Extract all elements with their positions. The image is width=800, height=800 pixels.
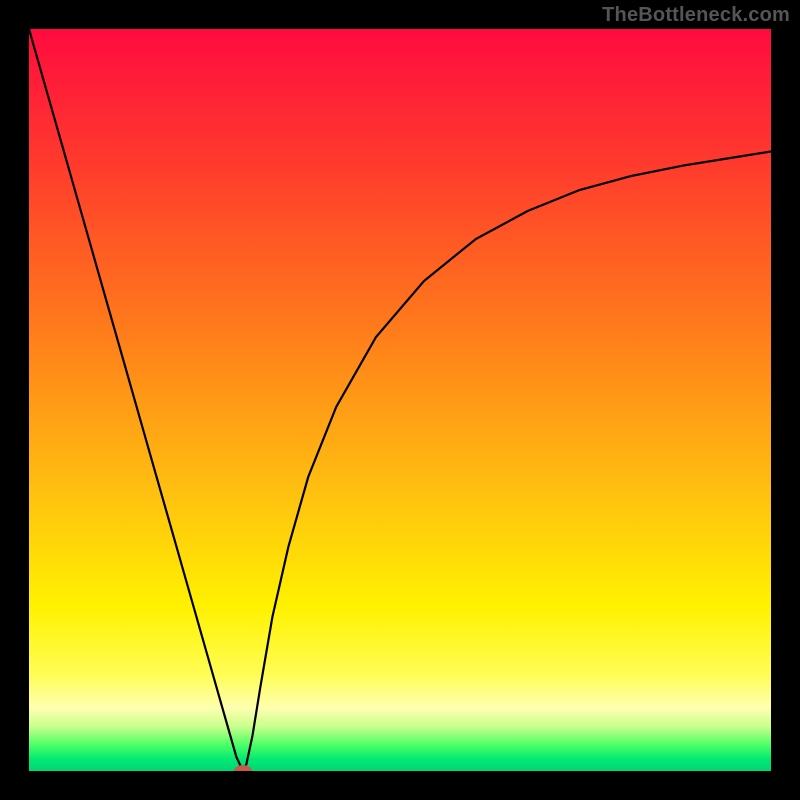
chart-frame: TheBottleneck.com [0,0,800,800]
min-point-marker [234,765,252,777]
watermark-text: TheBottleneck.com [602,4,790,27]
bottleneck-chart [0,0,800,800]
plot-background [29,29,771,771]
